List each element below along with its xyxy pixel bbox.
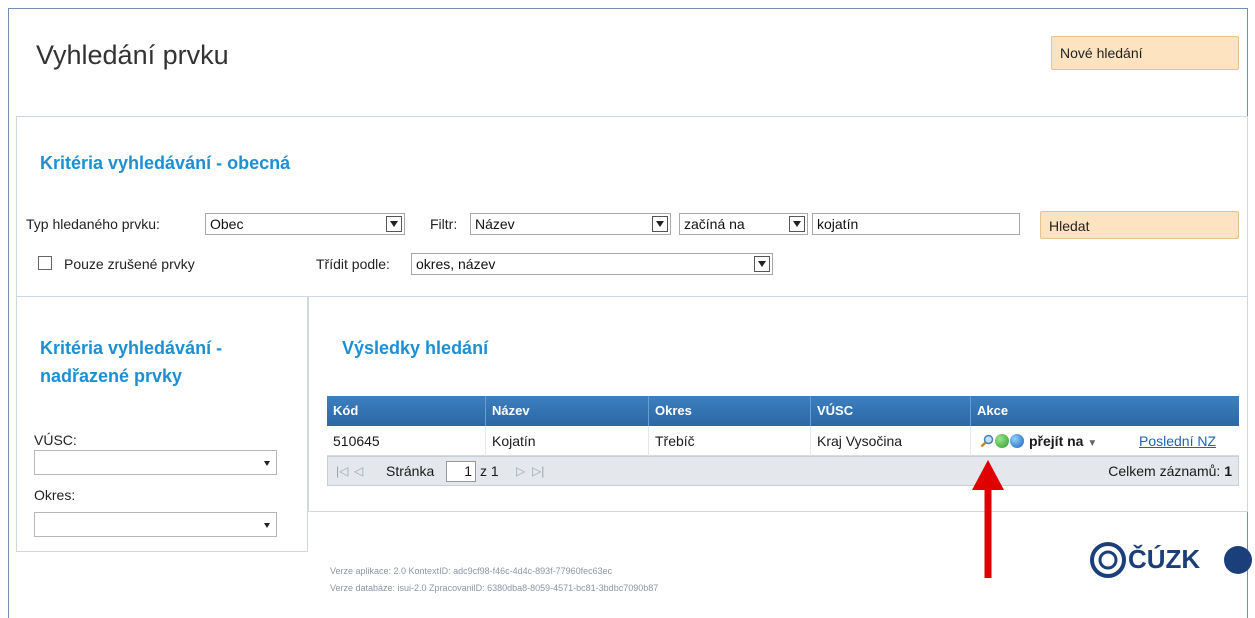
red-arrow-icon: [972, 460, 1004, 578]
zoom-icon[interactable]: [980, 434, 994, 448]
filter-operator-value: začíná na: [684, 216, 745, 232]
filter-label: Filtr:: [430, 216, 458, 232]
new-search-button[interactable]: Nové hledání: [1051, 36, 1239, 70]
chevron-down-icon: [652, 216, 668, 232]
cuzk-logo-text: ČÚZK: [1128, 544, 1201, 574]
parent-criteria-title-line2: nadřazené prvky: [40, 366, 183, 386]
column-header-kod[interactable]: Kód: [327, 396, 486, 426]
vusc-label: VÚSC:: [34, 432, 77, 448]
triangle-down-icon: ▼: [1087, 438, 1098, 449]
app-version-note: Verze aplikace: 2.0 KontextID: adc9cf98-…: [330, 566, 613, 576]
page-input[interactable]: 1: [446, 461, 476, 482]
total-records-label: Celkem záznamů:: [1108, 463, 1221, 479]
grid-header: Kód Název Okres VÚSC Akce: [327, 396, 1239, 426]
globe-icon[interactable]: [1010, 434, 1024, 448]
goto-menu[interactable]: přejít na ▼: [1029, 433, 1097, 449]
sort-label: Třídit podle:: [316, 256, 390, 272]
column-header-akce[interactable]: Akce: [971, 396, 1239, 426]
next-page-icon[interactable]: ▷: [516, 464, 525, 478]
grid-pager: |◁ ◁ Stránka 1 z 1 ▷ ▷| Celkem záznamů: …: [327, 456, 1239, 486]
chevron-down-icon: [789, 216, 805, 232]
page-title: Vyhledání prvku: [36, 40, 229, 70]
column-header-okres[interactable]: Okres: [649, 396, 811, 426]
chevron-down-icon: [264, 461, 270, 466]
column-header-nazev[interactable]: Název: [486, 396, 649, 426]
vusc-combo[interactable]: [34, 450, 277, 475]
search-button[interactable]: Hledat: [1040, 211, 1239, 239]
okres-combo[interactable]: [34, 512, 277, 537]
check-icon[interactable]: [995, 434, 1009, 448]
total-records-value: 1: [1224, 463, 1232, 479]
sort-select-value: okres, název: [416, 256, 496, 272]
cell-kod: 510645: [327, 426, 486, 456]
cell-vusc: Kraj Vysočina: [811, 426, 971, 456]
chevron-down-icon: [754, 256, 770, 272]
last-page-icon[interactable]: ▷|: [532, 464, 544, 478]
okres-label: Okres:: [34, 487, 76, 503]
goto-label: přejít na: [1029, 433, 1084, 449]
type-select[interactable]: Obec: [205, 213, 405, 235]
results-title: Výsledky hledání: [342, 338, 489, 358]
page-label: Stránka: [386, 463, 435, 479]
cell-okres: Třebíč: [649, 426, 811, 456]
filter-operator-select[interactable]: začíná na: [679, 213, 808, 235]
cuzk-logo: ČÚZK: [1088, 540, 1255, 583]
page-of-label: z 1: [480, 463, 499, 479]
cell-nazev: Kojatín: [486, 426, 649, 456]
sort-select[interactable]: okres, název: [411, 253, 773, 275]
filter-value-input[interactable]: kojatín: [812, 213, 1020, 235]
column-header-vusc[interactable]: VÚSC: [811, 396, 971, 426]
type-label: Typ hledaného prvku:: [26, 216, 160, 232]
db-version-note: Verze databáze: isui-2.0 ZpracovanilD: 6…: [330, 583, 659, 593]
last-nz-link[interactable]: Poslední NZ: [1139, 433, 1216, 449]
type-select-value: Obec: [210, 216, 244, 232]
only-cancelled-checkbox[interactable]: [38, 256, 52, 270]
chevron-down-icon: [386, 216, 402, 232]
chevron-down-icon: [264, 523, 270, 528]
prev-page-icon[interactable]: ◁: [354, 464, 363, 478]
filter-field-select[interactable]: Název: [470, 213, 671, 235]
only-cancelled-label: Pouze zrušené prvky: [64, 256, 195, 272]
general-criteria-title: Kritéria vyhledávání - obecná: [40, 153, 291, 173]
total-records: Celkem záznamů: 1: [1108, 463, 1232, 479]
first-page-icon[interactable]: |◁: [336, 464, 348, 478]
parent-criteria-title-line1: Kritéria vyhledávání -: [40, 338, 223, 358]
filter-field-value: Název: [475, 216, 515, 232]
table-row[interactable]: 510645 Kojatín Třebíč Kraj Vysočina přej…: [327, 426, 1239, 456]
